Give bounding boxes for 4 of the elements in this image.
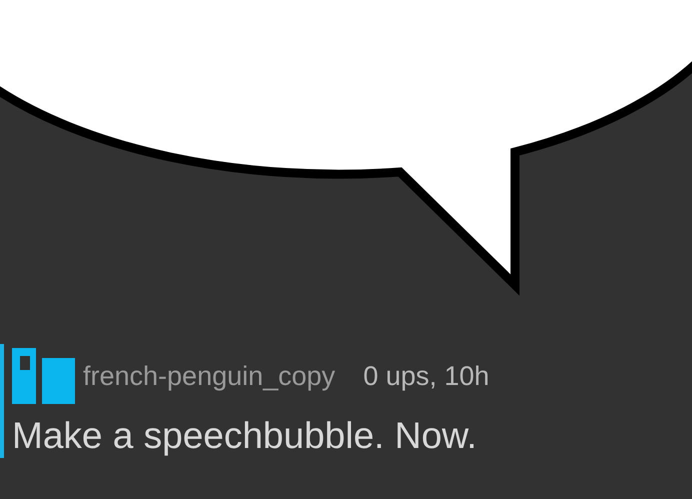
comment-text: Make a speechbubble. Now. (12, 414, 478, 458)
username-link[interactable]: french-penguin_copy (83, 356, 336, 396)
comment-meta: 0 ups, 10h (363, 360, 490, 393)
avatar-icon[interactable] (12, 348, 75, 404)
